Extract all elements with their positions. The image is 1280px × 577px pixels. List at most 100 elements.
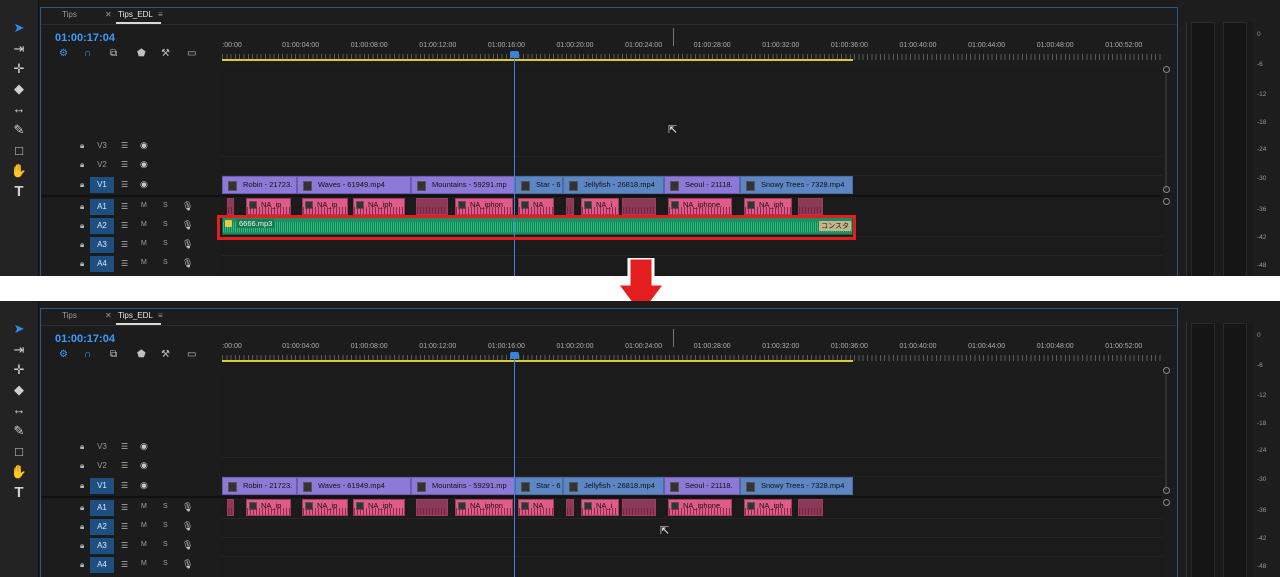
sync-lock-icon[interactable]: ☰ (121, 461, 128, 470)
razor-tool-icon[interactable]: ◆ (6, 381, 32, 399)
track-label-a3[interactable]: A3 (90, 237, 114, 253)
lock-icon[interactable]: 🔒︎ (80, 240, 84, 250)
ripple-edit-tool-icon[interactable]: ✛ (6, 60, 32, 78)
slip-tool-icon[interactable]: ↔ (6, 401, 32, 419)
audio-clip[interactable]: NA_iphon (455, 499, 513, 516)
menu-icon[interactable]: ≡ (158, 10, 163, 19)
solo-button[interactable]: S (163, 202, 168, 209)
lock-icon[interactable]: 🔒︎ (80, 141, 84, 151)
menu-icon[interactable]: ≡ (158, 311, 163, 320)
mute-button[interactable]: M (141, 240, 147, 247)
mute-button[interactable]: M (141, 560, 147, 567)
track-divider[interactable] (41, 195, 1162, 197)
audio-clip[interactable]: NA_iph (353, 499, 405, 516)
playhead-line[interactable] (514, 52, 515, 276)
playhead-timecode[interactable]: 01:00:17:04 (55, 32, 115, 44)
sync-lock-icon[interactable]: ☰ (121, 202, 128, 211)
lock-icon[interactable]: 🔒︎ (80, 160, 84, 170)
video-clip[interactable]: Snowy Trees - 7328.mp4 (740, 477, 853, 495)
solo-button[interactable]: S (163, 240, 168, 247)
video-clip[interactable]: Snowy Trees - 7328.mp4 (740, 176, 853, 194)
audio-clip[interactable] (227, 499, 234, 516)
sync-lock-icon[interactable]: ☰ (121, 541, 128, 550)
video-clip[interactable]: Waves - 61949.mp4 (297, 176, 411, 194)
microphone-icon[interactable]: 🎙︎ (182, 239, 193, 250)
track-label-a1[interactable]: A1 (90, 500, 114, 516)
slip-tool-icon[interactable]: ↔ (6, 100, 32, 118)
sync-lock-icon[interactable]: ☰ (121, 259, 128, 268)
tab-tips-edl[interactable]: Tips_EDL (118, 10, 153, 19)
sync-lock-icon[interactable]: ☰ (121, 442, 128, 451)
audio-clip[interactable]: NA_ip (302, 198, 348, 215)
mute-button[interactable]: M (141, 202, 147, 209)
lock-icon[interactable]: 🔒︎ (80, 503, 84, 513)
mute-button[interactable]: M (141, 541, 147, 548)
audio-clip[interactable] (622, 198, 656, 215)
track-label-a3[interactable]: A3 (90, 538, 114, 554)
track-select-tool-icon[interactable]: ⇥ (6, 341, 32, 359)
solo-button[interactable]: S (163, 221, 168, 228)
lock-icon[interactable]: 🔒︎ (80, 481, 84, 491)
linked-selection-icon[interactable]: ⧉ (110, 349, 117, 360)
audio-clip[interactable] (798, 499, 823, 516)
video-clip[interactable]: Jellyfish - 26818.mp4 (563, 477, 664, 495)
audio-clip[interactable]: NA_ip (302, 499, 348, 516)
audio-clip[interactable]: NA_iph (744, 499, 792, 516)
sync-lock-icon[interactable]: ☰ (121, 503, 128, 512)
captions-icon[interactable]: ▭ (187, 349, 196, 360)
close-icon[interactable]: ✕ (105, 10, 112, 19)
tab-tips[interactable]: Tips (62, 311, 77, 320)
mute-button[interactable]: M (141, 221, 147, 228)
track-label-a4[interactable]: A4 (90, 557, 114, 573)
track-divider[interactable] (41, 496, 1162, 498)
snap-icon[interactable]: ∩ (84, 349, 91, 360)
video-clip[interactable]: Star - 6 (515, 477, 563, 495)
nest-icon[interactable]: ⚙ (59, 349, 68, 360)
linked-selection-icon[interactable]: ⧉ (110, 48, 117, 59)
scroll-handle[interactable] (1163, 186, 1170, 193)
video-clip[interactable]: Seoul - 21118. (664, 477, 740, 495)
add-marker-icon[interactable]: ⬟ (137, 349, 146, 360)
pen-tool-icon[interactable]: ✎ (6, 121, 32, 139)
wrench-icon[interactable]: ⚒ (161, 349, 170, 360)
rectangle-tool-icon[interactable]: □ (6, 443, 32, 461)
mute-button[interactable]: M (141, 522, 147, 529)
microphone-icon[interactable]: 🎙︎ (182, 559, 193, 570)
track-label-a2[interactable]: A2 (90, 519, 114, 535)
video-clip[interactable]: Mountains - 59291.mp (411, 176, 515, 194)
audio-clip[interactable] (416, 198, 448, 215)
nest-icon[interactable]: ⚙ (59, 48, 68, 59)
tab-tips-edl[interactable]: Tips_EDL (118, 311, 153, 320)
eye-icon[interactable]: ◉ (140, 159, 148, 170)
track-select-tool-icon[interactable]: ⇥ (6, 40, 32, 58)
audio-clip[interactable] (416, 499, 448, 516)
solo-button[interactable]: S (163, 503, 168, 510)
vertical-scrollbar[interactable] (1165, 74, 1167, 190)
track-label-v1[interactable]: V1 (90, 478, 114, 494)
lock-icon[interactable]: 🔒︎ (80, 461, 84, 471)
microphone-icon[interactable]: 🎙︎ (182, 220, 193, 231)
eye-icon[interactable]: ◉ (140, 441, 148, 452)
scroll-handle[interactable] (1163, 487, 1170, 494)
track-label-v3[interactable]: V3 (90, 138, 114, 154)
lock-icon[interactable]: 🔒︎ (80, 541, 84, 551)
mute-button[interactable]: M (141, 259, 147, 266)
vertical-scrollbar[interactable] (1165, 375, 1167, 491)
video-clip[interactable]: Seoul - 21118. (664, 176, 740, 194)
track-label-a2[interactable]: A2 (90, 218, 114, 234)
lock-icon[interactable]: 🔒︎ (80, 560, 84, 570)
microphone-icon[interactable]: 🎙︎ (182, 201, 193, 212)
sync-lock-icon[interactable]: ☰ (121, 522, 128, 531)
eye-icon[interactable]: ◉ (140, 179, 148, 190)
lock-icon[interactable]: 🔒︎ (80, 522, 84, 532)
video-clip[interactable]: Waves - 61949.mp4 (297, 477, 411, 495)
audio-clip[interactable]: NA_iph (353, 198, 405, 215)
ripple-edit-tool-icon[interactable]: ✛ (6, 361, 32, 379)
lock-icon[interactable]: 🔒︎ (80, 442, 84, 452)
audio-clip[interactable]: NA (518, 198, 554, 215)
audio-clip[interactable] (622, 499, 656, 516)
audio-clip[interactable]: NA_ip (246, 499, 291, 516)
hand-tool-icon[interactable]: ✋ (6, 162, 32, 180)
eye-icon[interactable]: ◉ (140, 480, 148, 491)
razor-tool-icon[interactable]: ◆ (6, 80, 32, 98)
